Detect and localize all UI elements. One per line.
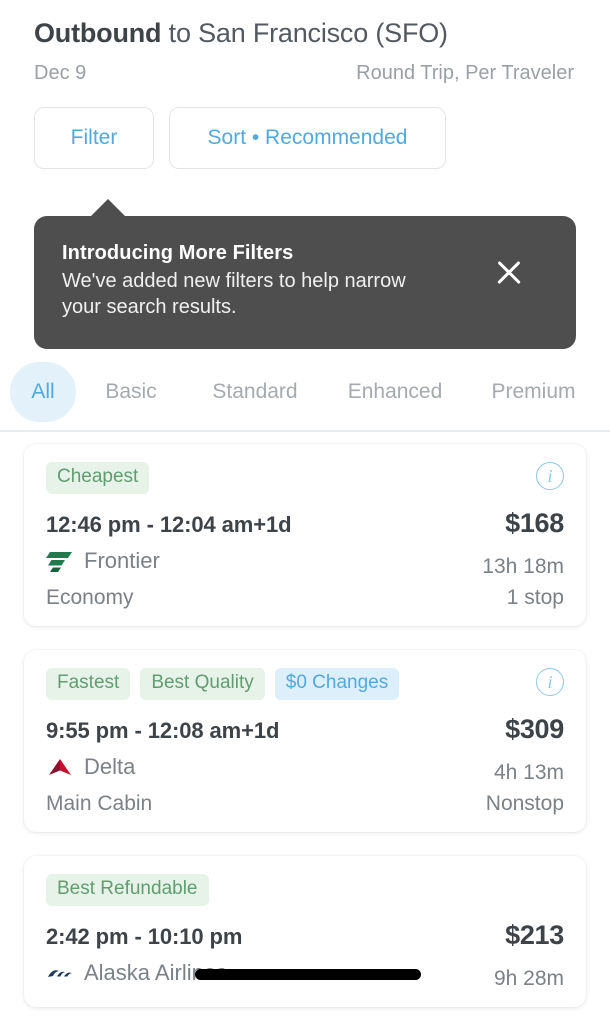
status-badge: Fastest [46, 667, 131, 700]
delta-logo [49, 758, 71, 775]
tab-premium[interactable]: Premium [466, 362, 601, 422]
tooltip-arrow [90, 199, 126, 217]
badge-group: Fastest Best Quality $0 Changes [46, 667, 564, 700]
airline-duration-row: Delta 4h 13m [46, 754, 564, 785]
tab-standard[interactable]: Standard [186, 362, 324, 422]
alaska-logo [48, 969, 72, 977]
flight-times: 12:46 pm - 12:04 am+1d [46, 511, 292, 537]
cabin-class: Main Cabin [46, 791, 153, 815]
page-title-rest: to San Francisco (SFO) [161, 18, 448, 48]
tooltip-text: Introducing More Filters We've added new… [62, 242, 442, 321]
flight-times: 9:55 pm - 12:08 am+1d [46, 717, 280, 743]
page-title: Outbound to San Francisco (SFO) [34, 18, 576, 49]
times-price-row: 2:42 pm - 10:10 pm $213 [46, 920, 564, 951]
tab-enhanced[interactable]: Enhanced [324, 362, 466, 422]
tooltip-body: Introducing More Filters We've added new… [34, 216, 576, 349]
filter-sort-controls: Filter Sort • Recommended [34, 107, 576, 169]
times-price-row: 9:55 pm - 12:08 am+1d $309 [46, 714, 564, 745]
tooltip-title: Introducing More Filters [62, 242, 294, 264]
status-badge: $0 Changes [274, 667, 400, 700]
flight-duration: 13h 18m [482, 554, 564, 578]
flight-price: $213 [505, 919, 564, 950]
subtitle-row: Dec 9 Round Trip, Per Traveler [34, 62, 576, 85]
frontier-logo [46, 551, 72, 572]
flight-price: $309 [505, 713, 564, 744]
badge-group: Cheapest [46, 462, 564, 494]
status-badge: Cheapest [46, 462, 150, 494]
flight-results-list: Cheapest i 12:46 pm - 12:04 am+1d $168 F… [0, 444, 610, 1024]
info-icon[interactable]: i [536, 667, 564, 696]
tooltip-description: We've added new filters to help narrow y… [62, 270, 406, 319]
airline-info: Delta [46, 754, 135, 780]
flight-card[interactable]: Cheapest i 12:46 pm - 12:04 am+1d $168 F… [24, 444, 586, 626]
flight-duration: 4h 13m [493, 760, 564, 784]
cabin-class: Economy [46, 585, 134, 609]
trip-info: Round Trip, Per Traveler [356, 62, 574, 84]
status-badge: Best Refundable [46, 873, 209, 906]
airline-duration-row: Frontier 13h 18m [46, 548, 564, 579]
close-icon[interactable] [492, 256, 526, 290]
tab-all[interactable]: All [10, 362, 76, 422]
flight-price: $168 [505, 507, 564, 538]
status-badge: Best Quality [140, 667, 265, 700]
badge-group: Best Refundable [46, 873, 564, 906]
header: Outbound to San Francisco (SFO) Dec 9 Ro… [0, 0, 610, 169]
departure-date: Dec 9 [34, 62, 87, 84]
flight-card[interactable]: Best Refundable 2:42 pm - 10:10 pm $213 … [24, 855, 586, 1007]
cabin-stops-row: Economy 1 stop [46, 586, 564, 610]
stop-count: Nonstop [485, 791, 564, 815]
more-filters-tooltip: Introducing More Filters We've added new… [34, 199, 576, 349]
sort-button[interactable]: Sort • Recommended [169, 107, 446, 169]
flight-duration: 9h 28m [493, 966, 564, 990]
flight-card[interactable]: Fastest Best Quality $0 Changes i 9:55 p… [24, 649, 586, 832]
airline-name: Frontier [84, 547, 160, 573]
airline-name: Delta [84, 753, 136, 779]
redaction-bar [195, 968, 421, 980]
fare-class-tabs: All Basic Standard Enhanced Premium [0, 362, 610, 422]
flight-times: 2:42 pm - 10:10 pm [46, 923, 243, 949]
tabs-divider [0, 430, 610, 432]
info-icon[interactable]: i [536, 462, 564, 490]
cabin-stops-row: Main Cabin Nonstop [46, 792, 564, 816]
times-price-row: 12:46 pm - 12:04 am+1d $168 [46, 508, 564, 539]
tab-basic[interactable]: Basic [76, 362, 186, 422]
filter-button[interactable]: Filter [34, 107, 154, 169]
flight-results-screen: Outbound to San Francisco (SFO) Dec 9 Ro… [0, 0, 610, 1024]
page-title-bold: Outbound [34, 18, 162, 48]
airline-info: Frontier [46, 548, 160, 574]
stop-count: 1 stop [506, 585, 564, 609]
